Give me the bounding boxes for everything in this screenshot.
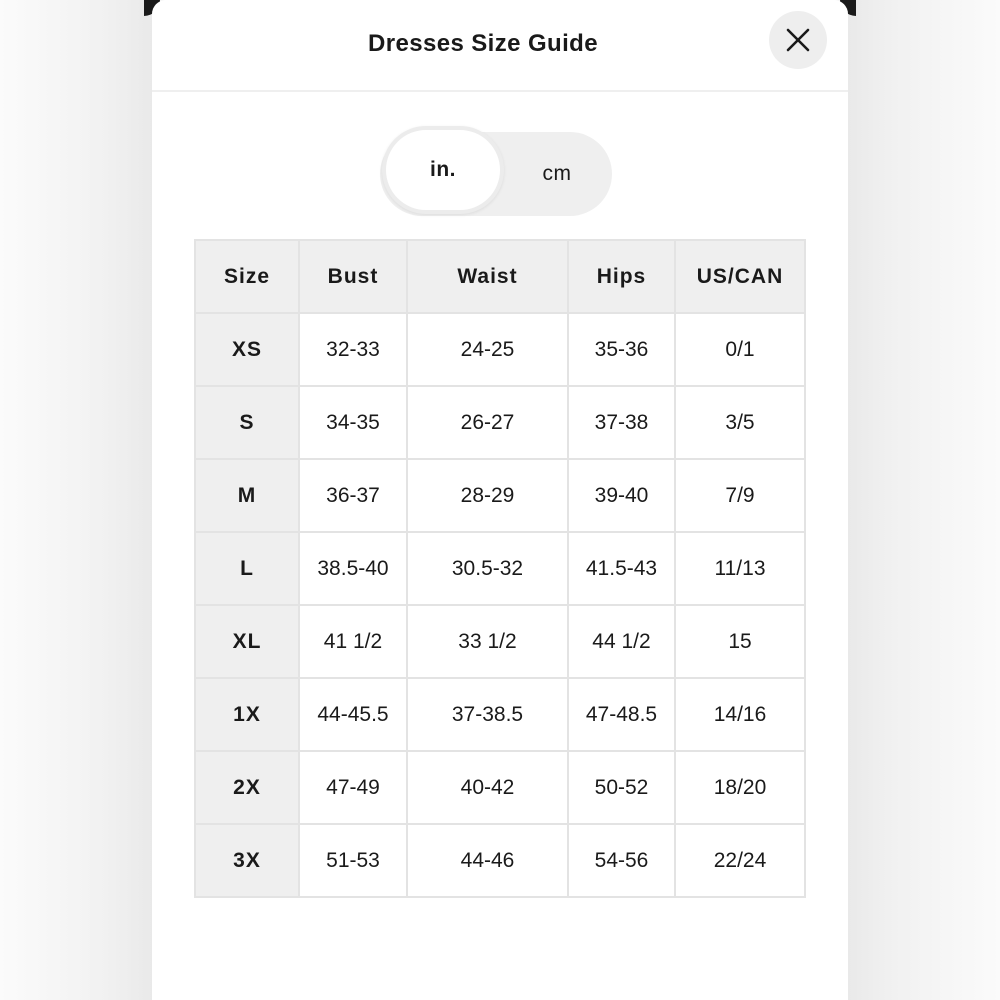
bust-cell: 51-53 — [298, 823, 408, 898]
size-cell: XL — [194, 604, 300, 679]
table-row: L 38.5-40 30.5-32 41.5-43 11/13 — [194, 531, 806, 606]
hips-cell: 37-38 — [567, 385, 676, 460]
hips-cell: 41.5-43 — [567, 531, 676, 606]
table-row: S 34-35 26-27 37-38 3/5 — [194, 385, 806, 460]
column-header-bust: Bust — [298, 239, 408, 314]
size-table: Size Bust Waist Hips US/CAN XS 32-33 24-… — [194, 239, 806, 898]
us-can-cell: 22/24 — [674, 823, 806, 898]
waist-cell: 26-27 — [406, 385, 569, 460]
size-cell: S — [194, 385, 300, 460]
table-row: 3X 51-53 44-46 54-56 22/24 — [194, 823, 806, 898]
hips-cell: 39-40 — [567, 458, 676, 533]
bust-cell: 34-35 — [298, 385, 408, 460]
bust-cell: 47-49 — [298, 750, 408, 825]
close-icon — [786, 28, 810, 52]
hips-cell: 54-56 — [567, 823, 676, 898]
table-row: 2X 47-49 40-42 50-52 18/20 — [194, 750, 806, 825]
unit-option-in[interactable]: in. — [382, 126, 504, 214]
backdrop-left — [0, 0, 152, 1000]
waist-cell: 40-42 — [406, 750, 569, 825]
us-can-cell: 18/20 — [674, 750, 806, 825]
unit-option-cm[interactable]: cm — [502, 132, 612, 216]
us-can-cell: 0/1 — [674, 312, 806, 387]
bust-cell: 38.5-40 — [298, 531, 408, 606]
table-row: XL 41 1/2 33 1/2 44 1/2 15 — [194, 604, 806, 679]
us-can-cell: 15 — [674, 604, 806, 679]
bust-cell: 36-37 — [298, 458, 408, 533]
modal-title: Dresses Size Guide — [368, 30, 598, 57]
bust-cell: 32-33 — [298, 312, 408, 387]
column-header-hips: Hips — [567, 239, 676, 314]
table-header-row: Size Bust Waist Hips US/CAN — [194, 239, 806, 314]
size-cell: L — [194, 531, 300, 606]
modal-header: Dresses Size Guide — [152, 0, 848, 92]
hips-cell: 44 1/2 — [567, 604, 676, 679]
us-can-cell: 3/5 — [674, 385, 806, 460]
table-row: M 36-37 28-29 39-40 7/9 — [194, 458, 806, 533]
hips-cell: 47-48.5 — [567, 677, 676, 752]
column-header-waist: Waist — [406, 239, 569, 314]
size-cell: 2X — [194, 750, 300, 825]
waist-cell: 24-25 — [406, 312, 569, 387]
waist-cell: 33 1/2 — [406, 604, 569, 679]
us-can-cell: 7/9 — [674, 458, 806, 533]
bust-cell: 41 1/2 — [298, 604, 408, 679]
size-guide-modal: Dresses Size Guide cm in. Size Bust Wais… — [152, 0, 848, 1000]
waist-cell: 28-29 — [406, 458, 569, 533]
table-row: 1X 44-45.5 37-38.5 47-48.5 14/16 — [194, 677, 806, 752]
us-can-cell: 14/16 — [674, 677, 806, 752]
unit-toggle: cm in. — [380, 126, 612, 216]
size-cell: M — [194, 458, 300, 533]
waist-cell: 37-38.5 — [406, 677, 569, 752]
size-cell: 1X — [194, 677, 300, 752]
column-header-us-can: US/CAN — [674, 239, 806, 314]
table-row: XS 32-33 24-25 35-36 0/1 — [194, 312, 806, 387]
hips-cell: 50-52 — [567, 750, 676, 825]
backdrop-right — [848, 0, 1000, 1000]
us-can-cell: 11/13 — [674, 531, 806, 606]
size-cell: 3X — [194, 823, 300, 898]
waist-cell: 44-46 — [406, 823, 569, 898]
close-button[interactable] — [769, 11, 827, 69]
size-cell: XS — [194, 312, 300, 387]
column-header-size: Size — [194, 239, 300, 314]
bust-cell: 44-45.5 — [298, 677, 408, 752]
hips-cell: 35-36 — [567, 312, 676, 387]
waist-cell: 30.5-32 — [406, 531, 569, 606]
